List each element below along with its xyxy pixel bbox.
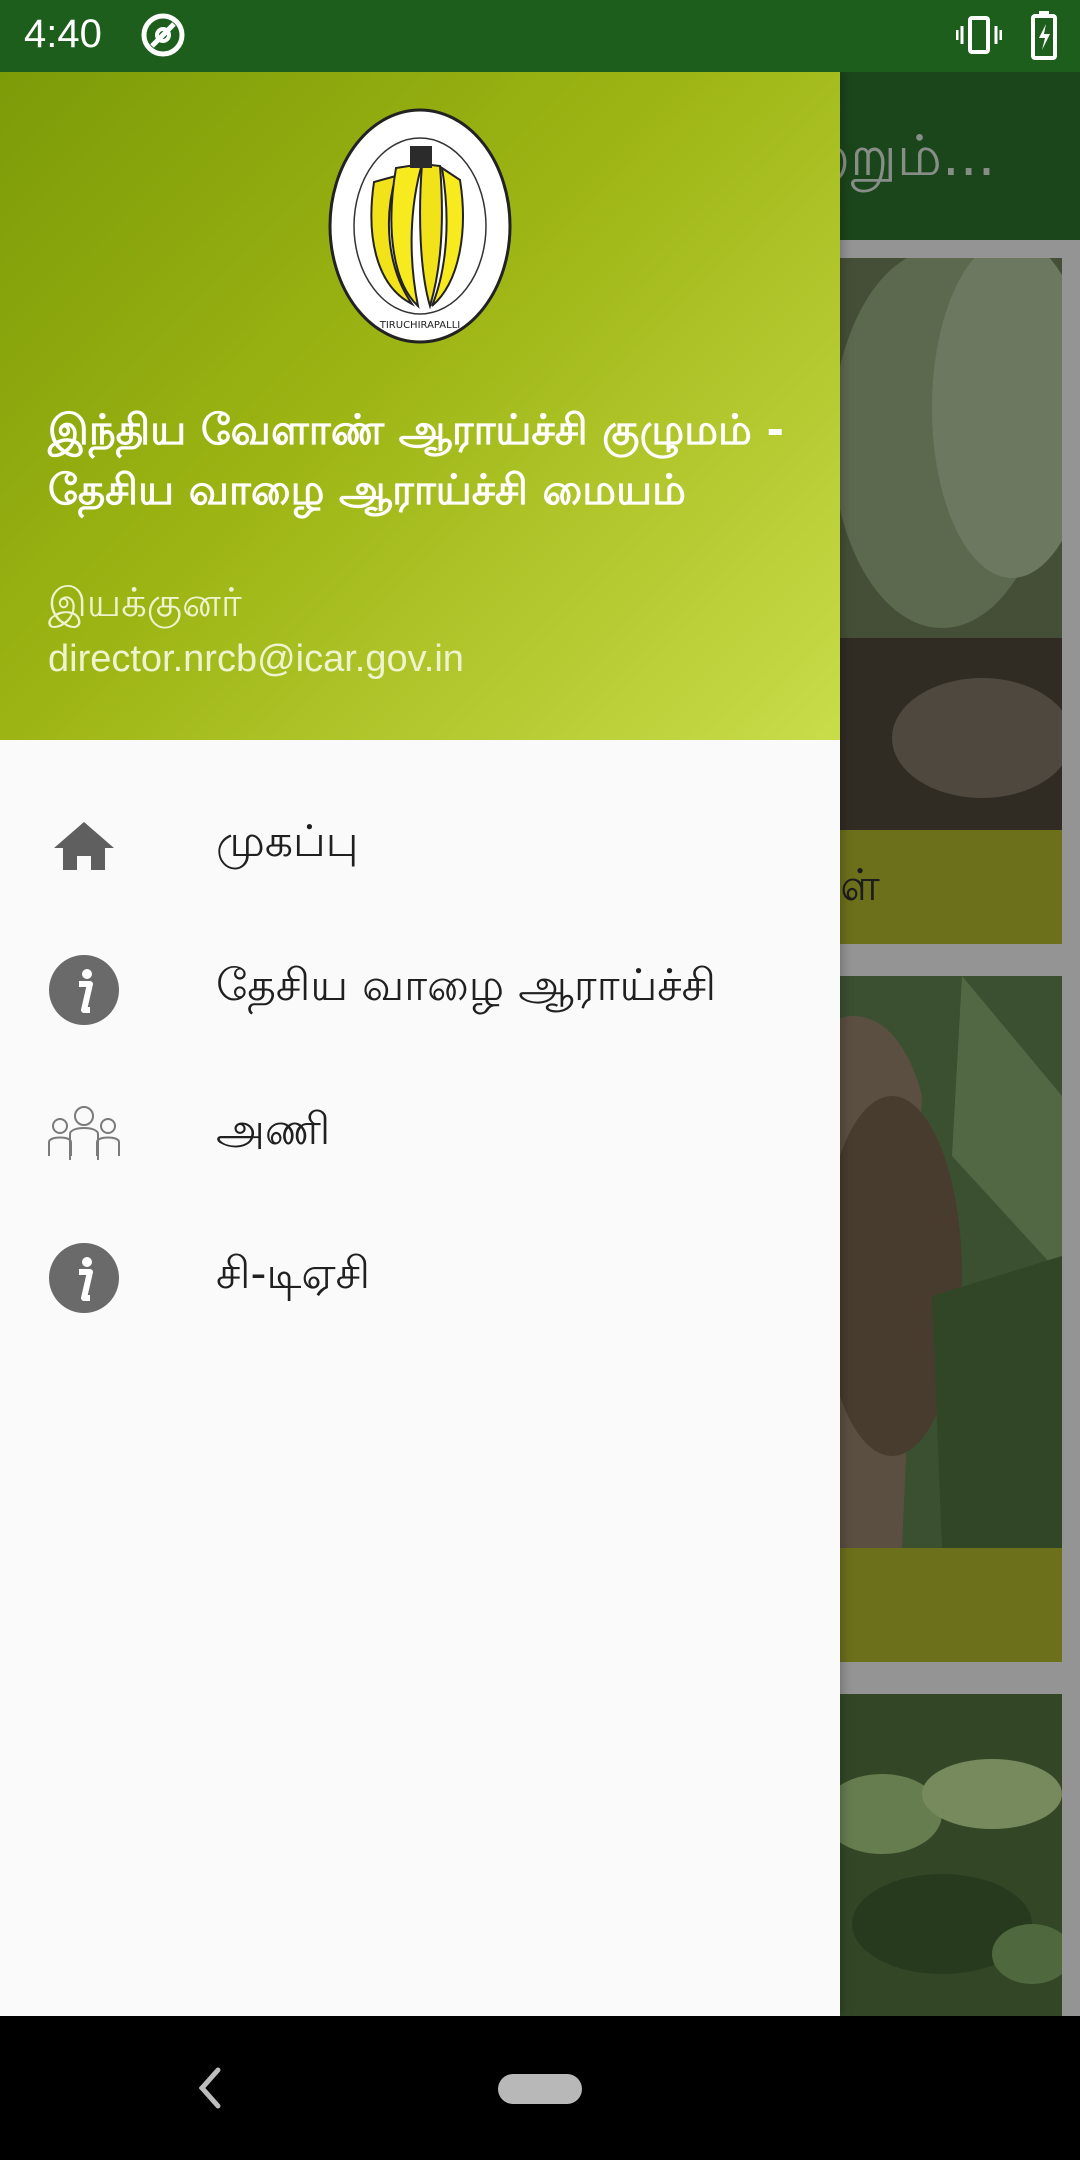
team-icon bbox=[48, 1106, 120, 1160]
vibrate-icon bbox=[956, 16, 1002, 54]
status-bar: 4:40 bbox=[0, 0, 1080, 72]
drawer-header: TIRUCHIRAPALLI இந்திய வேளாண் ஆராய்ச்சி க… bbox=[0, 72, 840, 740]
menu-item-c-tac[interactable]: சி-டிஏசி bbox=[0, 1204, 840, 1348]
battery-charging-icon bbox=[1031, 11, 1057, 60]
menu-item-label: சி-டிஏசி bbox=[216, 1248, 371, 1299]
info-icon bbox=[49, 1243, 119, 1313]
home-icon bbox=[54, 822, 114, 870]
status-time: 4:40 bbox=[24, 12, 102, 56]
info-icon bbox=[49, 955, 119, 1025]
menu-item-home[interactable]: முகப்பு bbox=[0, 772, 840, 916]
header-subtitle: இயக்குனர் bbox=[48, 580, 242, 626]
menu-item-nrcb[interactable]: தேசிய வாழை ஆராய்ச்சி bbox=[0, 916, 840, 1060]
navigation-drawer: TIRUCHIRAPALLI இந்திய வேளாண் ஆராய்ச்சி க… bbox=[0, 72, 840, 2016]
menu-item-label: முகப்பு bbox=[216, 816, 359, 867]
navigation-bar bbox=[0, 2016, 1080, 2160]
menu-item-team[interactable]: அணி bbox=[0, 1060, 840, 1204]
header-title: இந்திய வேளாண் ஆராய்ச்சி குழுமம் - தேசிய … bbox=[48, 405, 784, 514]
header-email: director.nrcb@icar.gov.in bbox=[48, 638, 464, 680]
drawer-menu: முகப்பு தேசிய வாழை ஆராய்ச்சி அணி சி-டிஏச… bbox=[0, 772, 840, 1348]
home-pill-icon[interactable] bbox=[498, 2074, 582, 2104]
logo-bottom-text: TIRUCHIRAPALLI bbox=[379, 320, 460, 331]
menu-item-label: தேசிய வாழை ஆராய்ச்சி bbox=[216, 960, 717, 1011]
menu-item-label: அணி bbox=[216, 1104, 331, 1155]
back-icon[interactable] bbox=[192, 2062, 228, 2114]
at-sign-icon bbox=[141, 13, 185, 57]
nrcb-logo: TIRUCHIRAPALLI bbox=[328, 108, 512, 344]
